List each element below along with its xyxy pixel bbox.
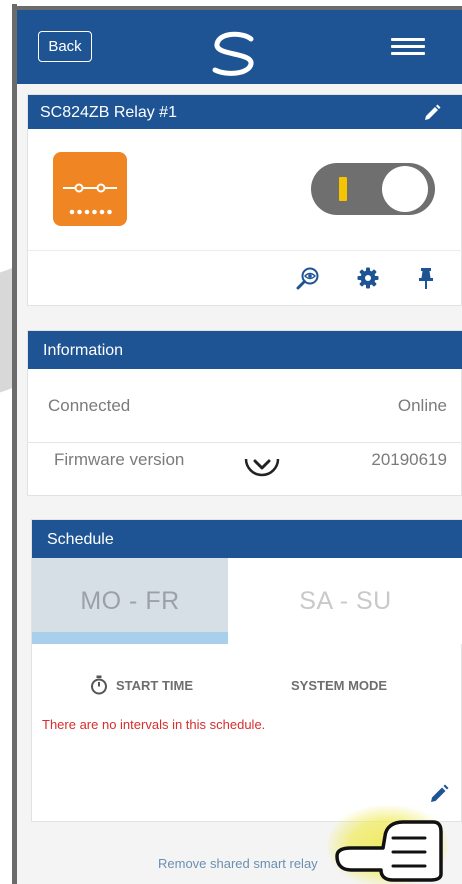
device-divider — [28, 250, 462, 251]
tab-weekend[interactable]: SA - SU — [228, 558, 462, 644]
column-start-time: START TIME — [116, 678, 194, 693]
top-bar: Back — [17, 10, 462, 84]
stopwatch-icon — [91, 675, 107, 695]
pencil-icon[interactable] — [428, 783, 450, 805]
info-value: 20190619 — [371, 450, 447, 469]
device-title: SC824ZB Relay #1 — [40, 104, 177, 121]
hamburger-menu-icon[interactable] — [391, 38, 425, 60]
info-value: Online — [397, 396, 447, 415]
eye-search-icon[interactable] — [296, 266, 320, 290]
app-screen: Back SC824ZB Relay #1 Information Connec… — [17, 10, 462, 884]
schedule-card: Schedule MO - FR SA - SU START TIME SYST… — [31, 519, 462, 822]
pencil-icon[interactable] — [422, 103, 442, 123]
remove-shared-relay-link[interactable]: Remove shared smart relay — [158, 856, 318, 871]
info-label: Connected — [48, 396, 131, 415]
back-button[interactable]: Back — [38, 31, 92, 62]
empty-schedule-message: There are no intervals in this schedule. — [42, 717, 266, 732]
gear-icon[interactable] — [356, 266, 380, 290]
relay-module-icon — [53, 152, 127, 226]
active-tab-indicator — [32, 632, 228, 644]
information-card: Information Connected Online Firmware ve… — [27, 330, 462, 496]
toggle-on-indicator — [339, 177, 347, 201]
info-label: Firmware version — [54, 450, 185, 469]
schedule-header: Schedule — [32, 520, 462, 558]
device-card: SC824ZB Relay #1 — [27, 94, 462, 306]
toggle-knob — [382, 166, 428, 212]
info-row-connected: Connected Online — [28, 369, 462, 425]
chevron-down-circle-icon[interactable] — [244, 455, 280, 479]
information-header: Information — [28, 331, 462, 369]
brand-s-logo — [212, 31, 254, 76]
column-system-mode: SYSTEM MODE — [291, 678, 388, 693]
device-header: SC824ZB Relay #1 — [28, 95, 462, 129]
screenshot-frame: Back SC824ZB Relay #1 Information Connec… — [0, 0, 462, 884]
pin-icon[interactable] — [414, 266, 438, 290]
relay-toggle-switch[interactable] — [311, 163, 435, 215]
pointing-hand-icon — [335, 820, 443, 882]
